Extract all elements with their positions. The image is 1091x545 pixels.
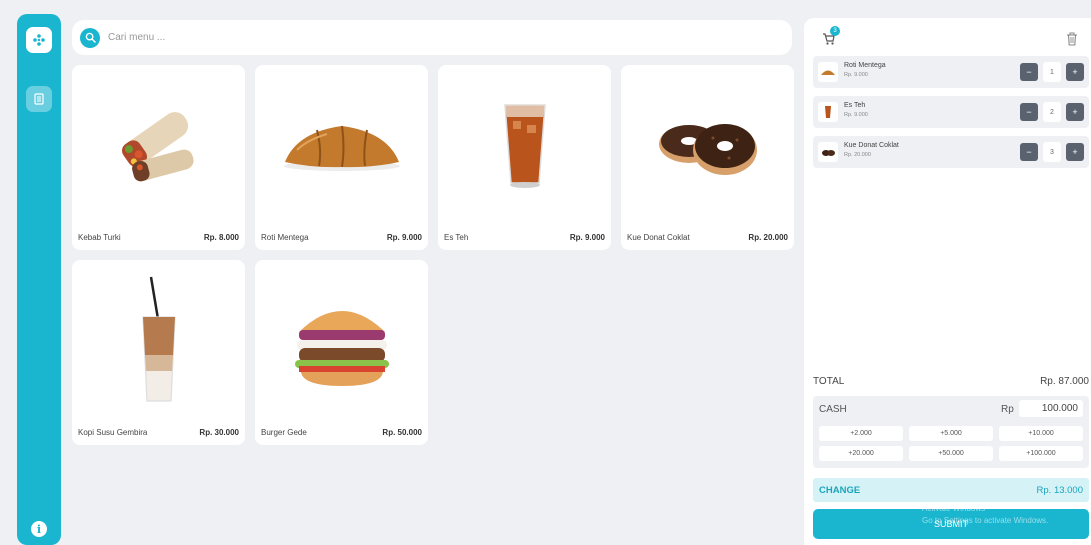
cart-count-badge: 3 <box>830 26 840 36</box>
iced-tea-image <box>438 65 611 225</box>
cart-item: Es Teh Rp. 9.000 − 2 + <box>813 96 1089 128</box>
cash-input[interactable]: 100.000 <box>1019 400 1083 417</box>
search-bar <box>72 20 792 55</box>
burger-image <box>255 260 428 420</box>
increase-qty-button[interactable]: + <box>1066 143 1084 161</box>
change-label: CHANGE <box>819 485 861 496</box>
increase-qty-button[interactable]: + <box>1066 103 1084 121</box>
cart-item: Kue Donat Coklat Rp. 20.000 − 3 + <box>813 136 1089 168</box>
quick-amount-button[interactable]: +2.000 <box>819 426 903 441</box>
cash-section: CASH Rp 100.000 +2.000 +5.000 +10.000 +2… <box>813 396 1089 468</box>
decrease-qty-button[interactable]: − <box>1020 143 1038 161</box>
croissant-image <box>255 65 428 225</box>
product-name: Kebab Turki <box>78 233 121 242</box>
total-label: TOTAL <box>813 376 845 387</box>
quick-amount-button[interactable]: +100.000 <box>999 446 1083 461</box>
sidebar: i <box>17 14 61 545</box>
donut-thumb <box>818 142 838 162</box>
total-value: Rp. 87.000 <box>1040 376 1089 387</box>
quick-amount-button[interactable]: +10.000 <box>999 426 1083 441</box>
trash-icon[interactable] <box>1066 32 1078 46</box>
qty-value[interactable]: 3 <box>1043 142 1061 162</box>
quick-amount-button[interactable]: +50.000 <box>909 446 993 461</box>
product-name: Burger Gede <box>261 428 307 437</box>
increase-qty-button[interactable]: + <box>1066 63 1084 81</box>
submit-button[interactable]: SUBMIT <box>813 509 1089 539</box>
change-section: CHANGE Rp. 13.000 <box>813 478 1089 502</box>
donut-image <box>621 65 794 225</box>
cart-item: Roti Mentega Rp. 9.000 − 1 + <box>813 56 1089 88</box>
product-price: Rp. 30.000 <box>199 428 239 437</box>
iced-coffee-image <box>72 260 245 420</box>
product-card[interactable]: Kebab Turki Rp. 8.000 <box>72 65 245 250</box>
product-price: Rp. 9.000 <box>569 233 605 242</box>
product-price: Rp. 8.000 <box>203 233 239 242</box>
cart-item-name: Kue Donat Coklat <box>844 142 899 149</box>
quick-amount-button[interactable]: +20.000 <box>819 446 903 461</box>
info-icon[interactable]: i <box>31 521 47 537</box>
cart-item-price: Rp. 9.000 <box>844 112 868 118</box>
croissant-thumb <box>818 62 838 82</box>
cash-label: CASH <box>819 404 847 415</box>
change-value: Rp. 13.000 <box>1036 485 1083 496</box>
quick-amount-button[interactable]: +5.000 <box>909 426 993 441</box>
kebab-image <box>72 65 245 225</box>
product-price: Rp. 9.000 <box>386 233 422 242</box>
cart-item-price: Rp. 20.000 <box>844 152 871 158</box>
cart-item-name: Roti Mentega <box>844 62 886 69</box>
product-name: Kopi Susu Gembira <box>78 428 148 437</box>
iced-tea-thumb <box>818 102 838 122</box>
flower-logo-icon[interactable] <box>26 27 52 53</box>
qty-value[interactable]: 1 <box>1043 62 1061 82</box>
receipt-icon[interactable] <box>26 86 52 112</box>
product-card[interactable]: Kopi Susu Gembira Rp. 30.000 <box>72 260 245 445</box>
search-input[interactable] <box>108 32 708 43</box>
decrease-qty-button[interactable]: − <box>1020 103 1038 121</box>
decrease-qty-button[interactable]: − <box>1020 63 1038 81</box>
product-card[interactable]: Burger Gede Rp. 50.000 <box>255 260 428 445</box>
product-name: Roti Mentega <box>261 233 309 242</box>
cash-currency: Rp <box>1001 404 1014 415</box>
cart-item-name: Es Teh <box>844 102 866 109</box>
qty-value[interactable]: 2 <box>1043 102 1061 122</box>
product-card[interactable]: Roti Mentega Rp. 9.000 <box>255 65 428 250</box>
cart-panel: 3 Roti Mentega Rp. 9.000 − 1 + Es Teh Rp… <box>804 18 1091 545</box>
product-name: Kue Donat Coklat <box>627 233 690 242</box>
product-price: Rp. 20.000 <box>748 233 788 242</box>
product-price: Rp. 50.000 <box>382 428 422 437</box>
search-icon[interactable] <box>80 27 100 48</box>
product-card[interactable]: Es Teh Rp. 9.000 <box>438 65 611 250</box>
product-card[interactable]: Kue Donat Coklat Rp. 20.000 <box>621 65 794 250</box>
cart-item-price: Rp. 9.000 <box>844 72 868 78</box>
product-name: Es Teh <box>444 233 469 242</box>
